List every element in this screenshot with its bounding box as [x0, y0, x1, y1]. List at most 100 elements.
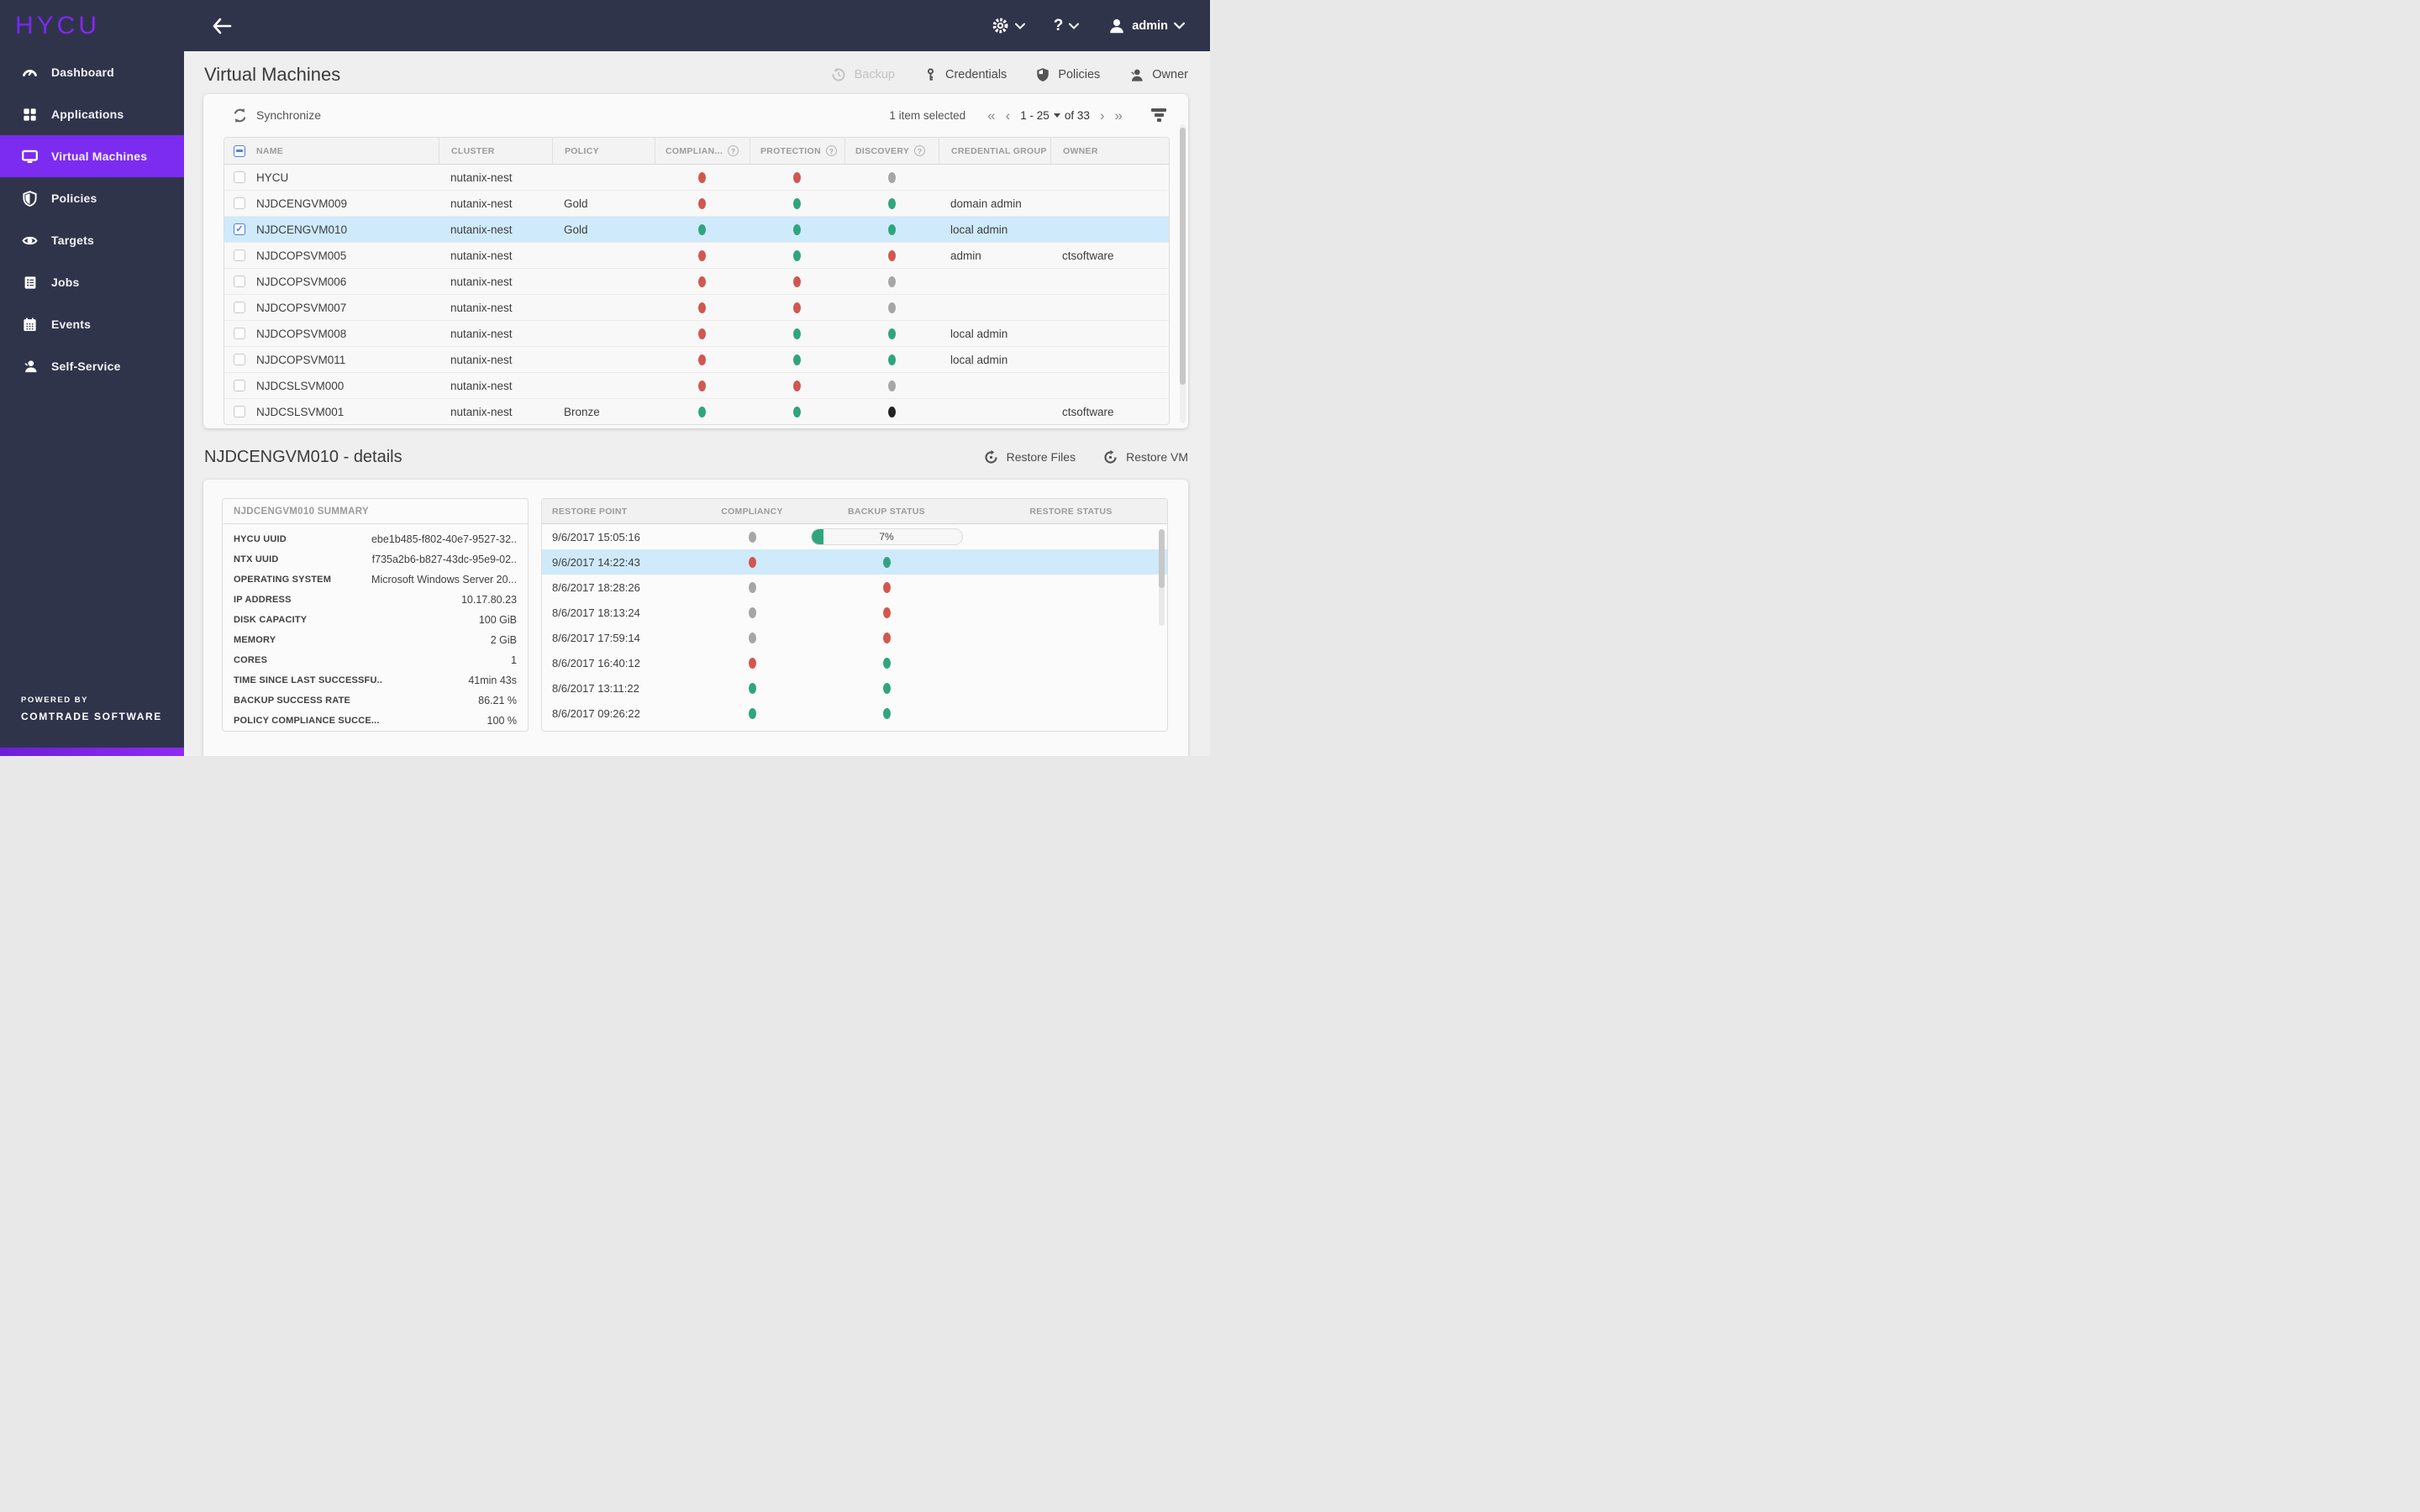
restore-point-row[interactable]: 9/6/2017 15:05:16 7% [542, 524, 1167, 549]
sidebar-item-self-service[interactable]: Self-Service [0, 345, 184, 387]
column-header-discovery[interactable]: DISCOVERY? [844, 138, 939, 164]
restore-point-time: 8/6/2017 16:40:12 [552, 656, 640, 669]
row-checkbox[interactable] [234, 354, 245, 365]
sidebar-item-jobs[interactable]: Jobs [0, 261, 184, 303]
compliancy-dot-green [698, 406, 706, 417]
pagination: 1 item selected « ‹ 1 - 25 of 33 › » [889, 108, 1166, 123]
sidebar-item-dashboard[interactable]: Dashboard [0, 51, 184, 93]
row-checkbox[interactable]: ✓ [234, 223, 245, 235]
credentials-button[interactable]: Credentials [923, 66, 1007, 83]
filter-icon[interactable] [1151, 108, 1166, 122]
restore-point-time: 8/6/2017 17:59:14 [552, 631, 640, 644]
discovery-cell [844, 197, 939, 209]
vm-table-row[interactable]: NJDCSLSVM001 nutanix-nest Bronze ctsoftware [224, 399, 1169, 424]
restore-point-row[interactable]: 8/6/2017 17:59:14 [542, 625, 1167, 650]
restore-table-scrollbar[interactable] [1159, 529, 1165, 626]
compliancy-dot-green [748, 682, 756, 694]
sidebar-item-targets[interactable]: Targets [0, 219, 184, 261]
restore-point-row[interactable]: 8/6/2017 18:13:24 [542, 600, 1167, 625]
row-checkbox[interactable] [234, 197, 245, 209]
help-icon[interactable]: ? [728, 145, 739, 156]
last-page-icon[interactable]: » [1115, 108, 1123, 123]
vm-table-row[interactable]: NJDCOPSVM008 nutanix-nest local admin [224, 321, 1169, 347]
first-page-icon[interactable]: « [987, 108, 995, 123]
vm-table-scrollbar[interactable] [1180, 124, 1186, 423]
restore-table-header: RESTORE POINT COMPLIANCY BACKUP STATUS R… [542, 499, 1167, 524]
restore-point-row[interactable]: 8/6/2017 09:26:22 [542, 701, 1167, 726]
column-header-compliancy[interactable]: COMPLIAN...? [655, 138, 750, 164]
protection-cell [750, 406, 844, 417]
protection-dot-red [793, 171, 801, 183]
help-menu[interactable]: ? [1054, 17, 1080, 35]
summary-label: TIME SINCE LAST SUCCESSFU.. [234, 675, 383, 685]
page-range-dropdown[interactable]: 1 - 25 of 33 [1020, 109, 1090, 122]
column-header-owner[interactable]: OWNER [1050, 138, 1169, 164]
sidebar-item-label: Self-Service [51, 360, 121, 373]
discovery-dot-gray [887, 171, 896, 183]
restore-files-button[interactable]: Restore Files [983, 449, 1076, 465]
user-menu[interactable]: admin [1107, 17, 1185, 35]
backup-progress-bar: 7% [810, 528, 963, 545]
column-header-compliancy[interactable]: COMPLIANCY [706, 507, 798, 517]
discovery-dot-green [887, 328, 896, 339]
summary-row: MEMORY 2 GiB [234, 630, 517, 650]
restore-point-row[interactable]: 8/6/2017 13:11:22 [542, 675, 1167, 701]
column-header-credential-group[interactable]: CREDENTIAL GROUP [939, 138, 1050, 164]
column-header-name[interactable]: NAME [255, 138, 439, 164]
restore-point-row[interactable]: 9/6/2017 14:22:43 [542, 549, 1167, 575]
row-checkbox[interactable] [234, 406, 245, 417]
discovery-dot-gray [887, 380, 896, 391]
compliancy-dot-red [698, 249, 706, 261]
settings-menu[interactable] [992, 17, 1025, 34]
row-checkbox[interactable] [234, 380, 245, 391]
row-checkbox[interactable] [234, 249, 245, 261]
column-header-restore-status[interactable]: RESTORE STATUS [975, 507, 1167, 517]
column-header-restore-point[interactable]: RESTORE POINT [542, 507, 706, 517]
vm-table-row[interactable]: NJDCENGVM009 nutanix-nest Gold domain admin [224, 191, 1169, 217]
sidebar-item-policies[interactable]: Policies [0, 177, 184, 219]
sidebar-item-virtual-machines[interactable]: Virtual Machines [0, 135, 184, 177]
vm-owner: ctsoftware [1062, 249, 1114, 262]
vm-table-row[interactable]: NJDCOPSVM005 nutanix-nest admin ctsoftware [224, 243, 1169, 269]
help-icon[interactable]: ? [825, 145, 837, 156]
column-header-protection[interactable]: PROTECTION? [750, 138, 844, 164]
vm-table-body: HYCU nutanix-nest NJDCENGVM009 nutanix-nest… [224, 165, 1169, 424]
column-header-policy[interactable]: POLICY [552, 138, 655, 164]
restore-point-time: 8/6/2017 09:26:22 [552, 706, 640, 720]
summary-label: OPERATING SYSTEM [234, 575, 332, 585]
policies-button[interactable]: Policies [1035, 66, 1100, 83]
row-checkbox[interactable] [234, 328, 245, 339]
summary-row: TIME SINCE LAST SUCCESSFU.. 41min 43s [234, 670, 517, 690]
discovery-dot-green [887, 197, 896, 209]
vm-table-row[interactable]: NJDCOPSVM011 nutanix-nest local admin [224, 347, 1169, 373]
discovery-dot-green [887, 354, 896, 365]
row-checkbox[interactable] [234, 302, 245, 313]
column-header-cluster[interactable]: CLUSTER [439, 138, 552, 164]
scrollbar-thumb[interactable] [1159, 529, 1165, 588]
restore-vm-button[interactable]: Restore VM [1102, 449, 1188, 465]
target-icon [21, 232, 39, 249]
column-header-backup-status[interactable]: BACKUP STATUS [798, 507, 975, 517]
owner-button[interactable]: Owner [1128, 67, 1188, 83]
synchronize-button[interactable]: Synchronize [232, 108, 321, 123]
restore-point-row[interactable]: 8/6/2017 18:28:26 [542, 575, 1167, 600]
back-button[interactable] [208, 12, 236, 40]
vm-table-row[interactable]: HYCU nutanix-nest [224, 165, 1169, 191]
select-all-checkbox[interactable] [234, 144, 245, 157]
row-checkbox[interactable] [234, 171, 245, 183]
vm-table-row[interactable]: NJDCOPSVM006 nutanix-nest [224, 269, 1169, 295]
backup-button[interactable]: Backup [830, 66, 895, 83]
next-page-icon[interactable]: › [1100, 108, 1105, 123]
vm-table-row[interactable]: ✓ NJDCENGVM010 nutanix-nest Gold local admin [224, 217, 1169, 243]
sidebar-item-events[interactable]: Events [0, 303, 184, 345]
vm-table-row[interactable]: NJDCSLSVM000 nutanix-nest [224, 373, 1169, 399]
sidebar-item-applications[interactable]: Applications [0, 93, 184, 135]
caret-down-icon [1053, 113, 1060, 118]
prev-page-icon[interactable]: ‹ [1006, 108, 1011, 123]
vm-table-row[interactable]: NJDCOPSVM007 nutanix-nest [224, 295, 1169, 321]
scrollbar-thumb[interactable] [1180, 128, 1186, 386]
restore-point-row[interactable]: 8/6/2017 16:40:12 [542, 650, 1167, 675]
vm-toolbar: Backup Credentials Policies Owner [830, 66, 1188, 83]
row-checkbox[interactable] [234, 276, 245, 287]
help-icon[interactable]: ? [914, 145, 926, 156]
